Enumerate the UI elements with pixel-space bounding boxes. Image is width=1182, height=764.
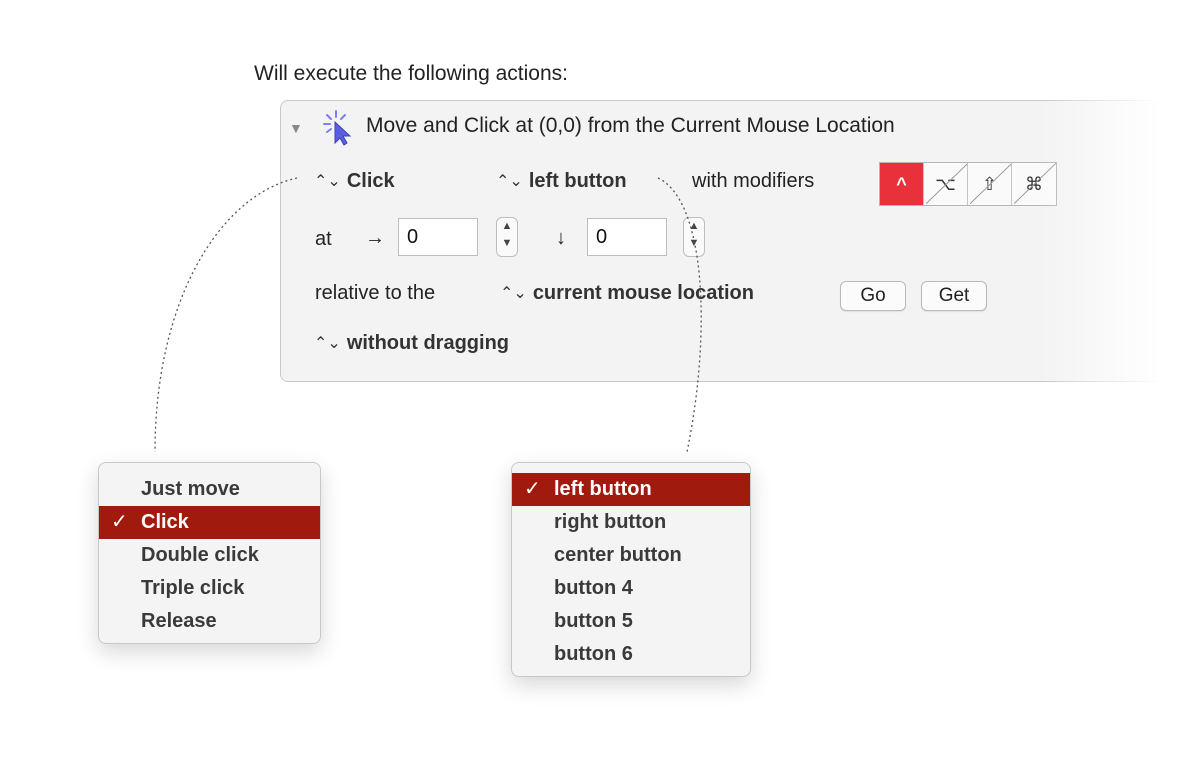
menu-item-right-button[interactable]: right button — [512, 506, 750, 539]
menu-item-label: button 6 — [554, 643, 633, 665]
menu-item-label: Release — [141, 610, 217, 632]
menu-item-label: Triple click — [141, 577, 245, 599]
menu-item-label: Double click — [141, 544, 259, 566]
checkmark-icon: ✓ — [524, 478, 541, 500]
menu-item-center-button[interactable]: center button — [512, 539, 750, 572]
menu-item-label: center button — [554, 544, 682, 566]
menu-item-label: Just move — [141, 478, 240, 500]
menu-item-just-move[interactable]: Just move — [99, 473, 320, 506]
mouse-button-menu: ✓ left button right button center button … — [511, 462, 751, 677]
menu-item-label: left button — [554, 478, 652, 500]
checkmark-icon: ✓ — [111, 511, 128, 533]
menu-item-triple-click[interactable]: Triple click — [99, 572, 320, 605]
click-type-menu: Just move ✓ Click Double click Triple cli… — [98, 462, 321, 644]
menu-item-left-button[interactable]: ✓ left button — [512, 473, 750, 506]
menu-item-label: right button — [554, 511, 667, 533]
menu-item-click[interactable]: ✓ Click — [99, 506, 320, 539]
menu-item-double-click[interactable]: Double click — [99, 539, 320, 572]
menu-item-button-5[interactable]: button 5 — [512, 605, 750, 638]
button-menu-leader-line — [657, 177, 702, 453]
menu-item-label: button 5 — [554, 610, 633, 632]
menu-item-release[interactable]: Release — [99, 605, 320, 638]
menu-item-button-4[interactable]: button 4 — [512, 572, 750, 605]
menu-item-button-6[interactable]: button 6 — [512, 638, 750, 671]
menu-item-label: Click — [141, 511, 189, 533]
menu-item-label: button 4 — [554, 577, 633, 599]
click-menu-leader-line — [154, 177, 298, 453]
